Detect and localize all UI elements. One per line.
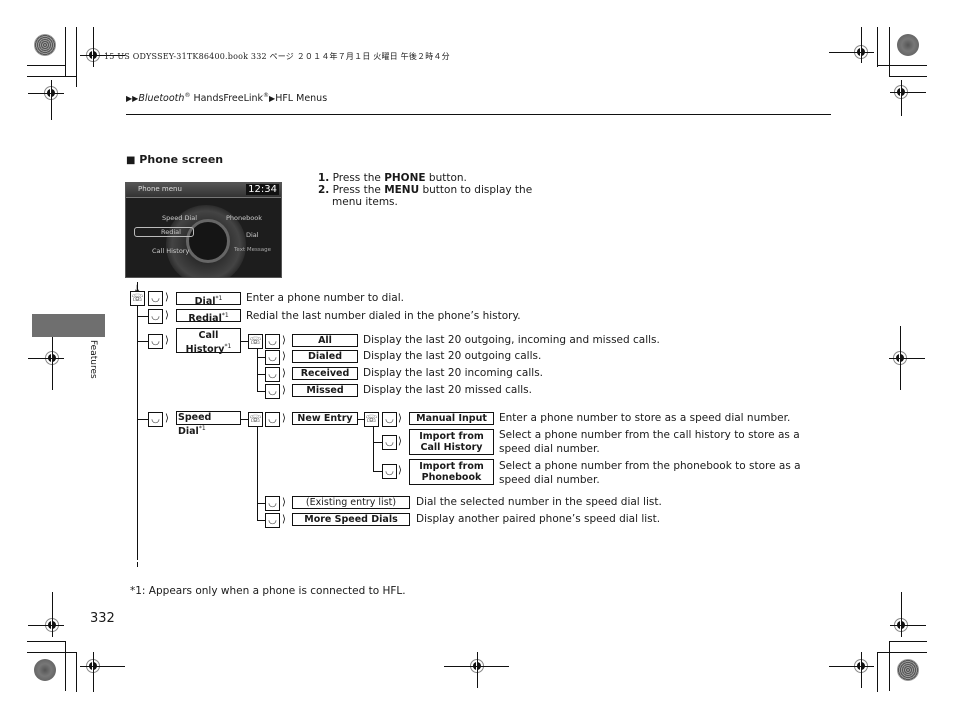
desc-import-call-history: Select a phone number from the call hist… xyxy=(499,429,800,455)
menu-box-import-phonebook[interactable]: Import from Phonebook xyxy=(409,459,494,485)
menu-box-all[interactable]: All xyxy=(292,334,358,347)
desc-missed: Display the last 20 missed calls. xyxy=(363,384,532,396)
screen-item-redial: Redial xyxy=(134,227,194,237)
color-target-icon xyxy=(897,34,919,56)
step-1: 1. Press the PHONE button. xyxy=(318,172,467,184)
phone-button-icon: ☏ xyxy=(130,291,145,306)
phone-button-icon: ☏ xyxy=(248,334,263,349)
menu-box-new-entry[interactable]: New Entry xyxy=(292,412,358,425)
tree-trunk xyxy=(137,306,138,560)
interface-dial-icon: ◡ xyxy=(265,513,280,528)
screen-item-call-history: Call History xyxy=(152,247,190,255)
menu-box-missed[interactable]: Missed xyxy=(292,384,358,397)
footnote: *1: Appears only when a phone is connect… xyxy=(130,585,406,597)
color-target-icon xyxy=(34,34,56,56)
interface-dial-icon: ◡ xyxy=(382,435,397,450)
screen-title: Phone menu xyxy=(138,185,182,193)
menu-box-call-history[interactable]: Call History*1 xyxy=(176,328,241,355)
desc-manual-input: Enter a phone number to store as a speed… xyxy=(499,412,791,424)
phone-button-icon: ☏ xyxy=(248,412,263,427)
interface-dial-icon: ◡ xyxy=(382,412,397,427)
interface-dial-icon: ◡ xyxy=(148,309,163,324)
color-target-icon xyxy=(34,659,56,681)
menu-box-dial[interactable]: Dial*1 xyxy=(176,292,241,307)
side-tab-label: Features xyxy=(88,340,98,379)
desc-all: Display the last 20 outgoing, incoming a… xyxy=(363,334,660,346)
phone-button-icon: ☏ xyxy=(364,412,379,427)
desc-dial: Enter a phone number to dial. xyxy=(246,292,404,304)
screen-clock: 12:34 xyxy=(246,184,279,195)
interface-dial-icon: ◡ xyxy=(265,412,280,427)
interface-dial-icon: ◡ xyxy=(265,367,280,382)
screen-item-dial: Dial xyxy=(246,231,259,239)
interface-dial-icon: ◡ xyxy=(148,412,163,427)
interface-dial-icon: ◡ xyxy=(148,291,163,306)
interface-dial-icon: ◡ xyxy=(148,334,163,349)
breadcrumb-hfl-menus[interactable]: HFL Menus xyxy=(275,93,327,104)
step-2: 2. Press the MENU button to display the … xyxy=(318,184,533,208)
menu-box-redial[interactable]: Redial*1 xyxy=(176,309,241,324)
desc-dialed: Display the last 20 outgoing calls. xyxy=(363,350,542,362)
menu-box-manual-input[interactable]: Manual Input xyxy=(409,412,494,425)
print-header: 15 US ODYSSEY-31TK86400.book 332 ページ ２０１… xyxy=(104,52,450,61)
breadcrumb: ▶▶Bluetooth® HandsFreeLink®▶HFL Menus xyxy=(126,92,328,105)
interface-dial-icon: ◡ xyxy=(382,464,397,479)
breadcrumb-bluetooth[interactable]: Bluetooth xyxy=(138,93,184,104)
phone-menu-screen: Phone menu 12:34 Speed Dial Phonebook Re… xyxy=(125,182,282,278)
desc-redial: Redial the last number dialed in the pho… xyxy=(246,310,521,322)
screen-item-text-message: Text Message xyxy=(234,247,271,253)
page-number: 332 xyxy=(90,611,115,626)
interface-dial-icon: ◡ xyxy=(265,496,280,511)
menu-box-dialed[interactable]: Dialed xyxy=(292,350,358,363)
menu-box-existing-entry-list[interactable]: (Existing entry list) xyxy=(292,496,410,509)
screen-item-phonebook: Phonebook xyxy=(226,214,262,222)
header-rule xyxy=(126,114,831,115)
breadcrumb-arrows: ▶▶ xyxy=(126,94,139,104)
side-tab[interactable] xyxy=(32,314,105,337)
menu-box-import-call-history[interactable]: Import from Call History xyxy=(409,429,494,455)
menu-box-received[interactable]: Received xyxy=(292,367,358,380)
section-title: ■ Phone screen xyxy=(126,153,224,166)
desc-more-speed-dials: Display another paired phone’s speed dia… xyxy=(416,513,661,525)
interface-dial-icon: ◡ xyxy=(265,350,280,365)
menu-box-speed-dial[interactable]: Speed Dial*1 xyxy=(176,411,241,437)
interface-dial-icon: ◡ xyxy=(265,334,280,349)
color-target-icon xyxy=(897,659,919,681)
desc-import-phonebook: Select a phone number from the phonebook… xyxy=(499,460,801,486)
desc-existing-entry-list: Dial the selected number in the speed di… xyxy=(416,496,662,508)
breadcrumb-handsfreelink[interactable]: HandsFreeLink xyxy=(190,93,263,104)
desc-received: Display the last 20 incoming calls. xyxy=(363,367,544,379)
screen-item-speed-dial: Speed Dial xyxy=(162,214,198,222)
interface-dial-icon: ◡ xyxy=(265,384,280,399)
menu-box-more-speed-dials[interactable]: More Speed Dials xyxy=(292,513,410,526)
